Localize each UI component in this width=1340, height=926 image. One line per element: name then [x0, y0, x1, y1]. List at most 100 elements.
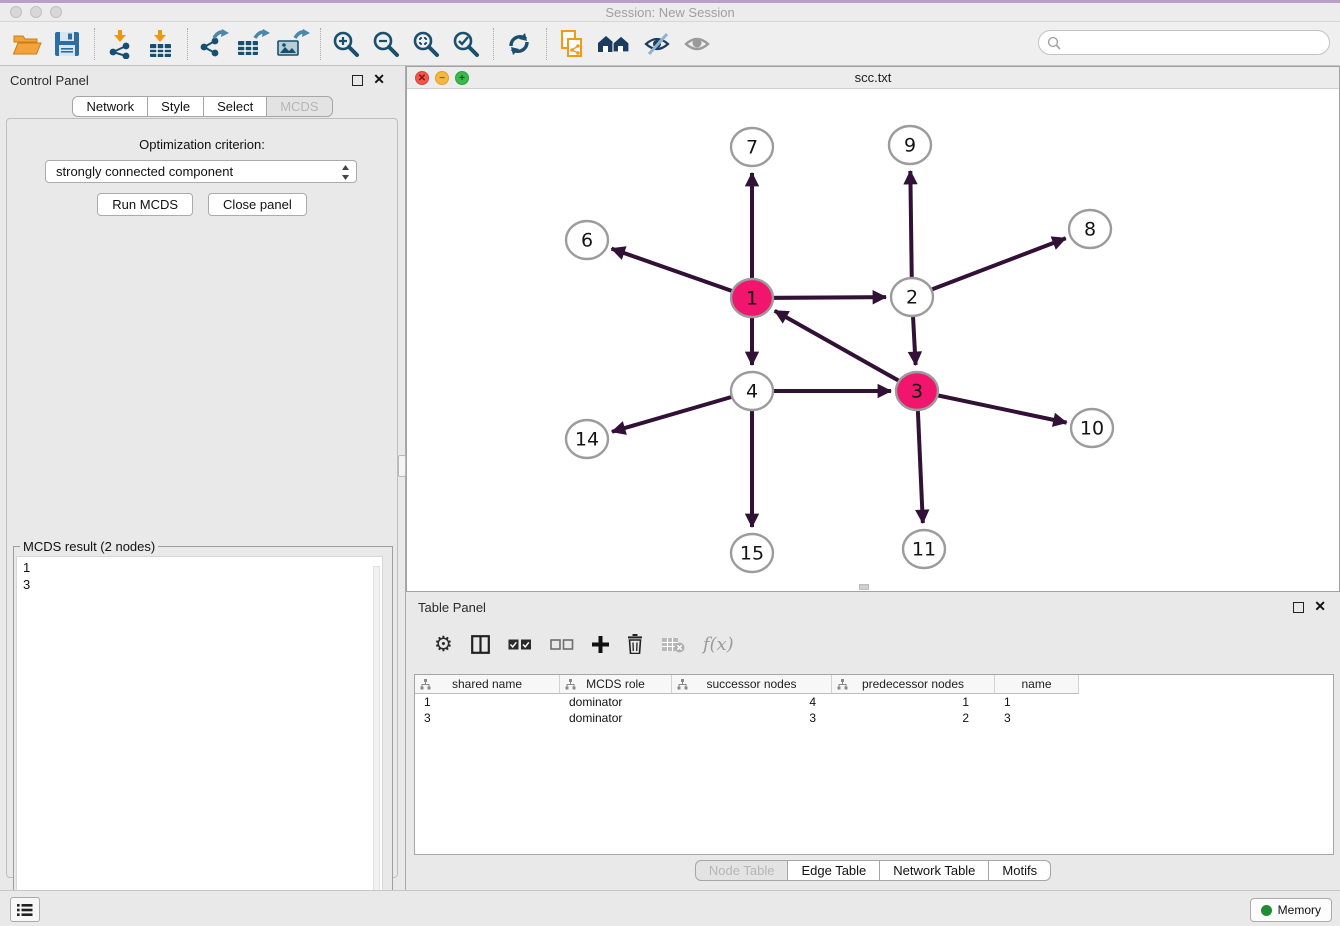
column-header-predecessor-nodes[interactable]: predecessor nodes	[832, 675, 995, 694]
close-window-button[interactable]	[10, 6, 22, 18]
graph-node-label: 8	[1084, 219, 1096, 241]
cell-mcds-role[interactable]: dominator	[560, 710, 672, 726]
mcds-result-item[interactable]: 1	[23, 559, 382, 576]
network-close-button[interactable]: ✕	[415, 71, 429, 85]
tab-motifs[interactable]: Motifs	[988, 860, 1051, 881]
import-network-button[interactable]	[103, 27, 137, 61]
zoom-in-icon	[332, 30, 360, 58]
column-header-name[interactable]: name	[995, 675, 1079, 694]
minimize-window-button[interactable]	[30, 6, 42, 18]
create-column-button[interactable]	[592, 636, 609, 653]
network-maximize-button[interactable]: +	[455, 71, 469, 85]
column-label: shared name	[452, 677, 522, 691]
graph-node-label: 1	[746, 288, 758, 310]
graph-edge-2-8[interactable]	[912, 238, 1066, 297]
cell-name[interactable]: 1	[995, 694, 1079, 710]
graph-node-label: 3	[911, 381, 923, 403]
deselect-all-rows-button[interactable]	[550, 639, 574, 650]
window-titlebar: Session: New Session	[0, 3, 1340, 22]
select-all-rows-button[interactable]	[508, 639, 532, 650]
memory-button[interactable]: Memory	[1250, 898, 1332, 922]
cell-mcds-role[interactable]: dominator	[560, 694, 672, 710]
mcds-result-list[interactable]: 1 3	[16, 556, 383, 923]
table-row[interactable]: 3 dominator 3 2 3	[415, 710, 1333, 726]
criterion-select[interactable]: strongly connected component	[45, 160, 357, 183]
tab-select[interactable]: Select	[203, 96, 267, 117]
graph-edge-1-6[interactable]	[612, 249, 752, 298]
unchecked-boxes-icon	[550, 639, 574, 650]
tab-network[interactable]: Network	[72, 96, 148, 117]
plus-icon	[592, 636, 609, 653]
status-bar: Memory	[0, 890, 1340, 926]
clone-network-icon	[558, 29, 586, 59]
column-header-shared-name[interactable]: shared name	[415, 675, 560, 694]
close-table-panel-icon[interactable]: ✕	[1314, 598, 1326, 615]
graph-node-label: 4	[746, 381, 758, 403]
graph-edge-3-1[interactable]	[775, 311, 917, 391]
cell-name[interactable]: 3	[995, 710, 1079, 726]
search-input[interactable]	[1038, 30, 1330, 55]
table-row[interactable]: 1 dominator 4 1 1	[415, 694, 1333, 710]
cell-successor-nodes[interactable]: 3	[672, 710, 832, 726]
cell-predecessor-nodes[interactable]: 1	[832, 694, 995, 710]
hierarchy-icon	[677, 679, 688, 690]
close-panel-icon[interactable]: ✕	[373, 71, 385, 88]
float-panel-icon[interactable]	[352, 75, 363, 86]
open-file-button[interactable]	[10, 27, 44, 61]
save-session-button[interactable]	[50, 27, 84, 61]
toolbar-separator	[187, 28, 188, 60]
delete-column-button[interactable]	[627, 634, 643, 654]
network-graph[interactable]: 1234678910111415	[407, 89, 1339, 591]
network-minimize-button[interactable]: −	[435, 71, 449, 85]
function-builder-button[interactable]: f(x)	[703, 634, 734, 655]
show-all-button[interactable]	[681, 27, 715, 61]
network-canvas[interactable]: 1234678910111415	[407, 89, 1339, 591]
zoom-out-button[interactable]	[369, 27, 403, 61]
network-window-titlebar[interactable]: ✕ − + scc.txt	[407, 67, 1339, 89]
table-panel: Table Panel ✕ ⚙	[406, 592, 1340, 890]
result-scrollbar[interactable]	[373, 566, 380, 920]
float-table-panel-icon[interactable]	[1293, 602, 1304, 613]
zoom-in-button[interactable]	[329, 27, 363, 61]
task-history-button[interactable]	[10, 897, 40, 922]
houses-icon	[596, 31, 634, 57]
clone-network-button[interactable]	[555, 27, 589, 61]
toolbar-separator	[320, 28, 321, 60]
run-mcds-button[interactable]: Run MCDS	[97, 193, 193, 216]
zoom-selected-button[interactable]	[449, 27, 483, 61]
export-image-button[interactable]	[276, 27, 310, 61]
export-table-button[interactable]	[236, 27, 270, 61]
control-panel-header: Control Panel ✕	[0, 66, 405, 94]
cell-predecessor-nodes[interactable]: 2	[832, 710, 995, 726]
column-visibility-button[interactable]	[471, 635, 490, 654]
gear-icon: ⚙	[434, 634, 453, 655]
delete-table-button[interactable]	[661, 636, 685, 653]
window-title: Session: New Session	[0, 3, 1340, 22]
first-neighbors-button[interactable]	[595, 27, 635, 61]
mcds-result-title: MCDS result (2 nodes)	[20, 539, 158, 554]
cell-successor-nodes[interactable]: 4	[672, 694, 832, 710]
panel-splitter-handle[interactable]	[398, 455, 406, 477]
tab-network-table[interactable]: Network Table	[879, 860, 989, 881]
tab-style[interactable]: Style	[147, 96, 204, 117]
delete-table-icon	[661, 636, 685, 653]
column-header-successor-nodes[interactable]: successor nodes	[672, 675, 832, 694]
tab-node-table[interactable]: Node Table	[695, 860, 789, 881]
import-table-button[interactable]	[143, 27, 177, 61]
graph-edge-3-10[interactable]	[917, 391, 1067, 423]
tab-mcds[interactable]: MCDS	[266, 96, 332, 117]
zoom-window-button[interactable]	[50, 6, 62, 18]
mcds-result-item[interactable]: 3	[23, 576, 382, 593]
close-panel-button[interactable]: Close panel	[208, 193, 307, 216]
column-header-mcds-role[interactable]: MCDS role	[560, 675, 672, 694]
cell-shared-name[interactable]: 3	[415, 710, 560, 726]
tab-edge-table[interactable]: Edge Table	[787, 860, 880, 881]
canvas-scrollbar-thumb[interactable]	[859, 584, 869, 590]
hide-selected-button[interactable]	[641, 27, 675, 61]
cell-shared-name[interactable]: 1	[415, 694, 560, 710]
export-network-button[interactable]	[196, 27, 230, 61]
zoom-fit-button[interactable]	[409, 27, 443, 61]
apply-layout-button[interactable]	[502, 27, 536, 61]
table-settings-button[interactable]: ⚙	[434, 634, 453, 655]
memory-label: Memory	[1278, 903, 1321, 917]
